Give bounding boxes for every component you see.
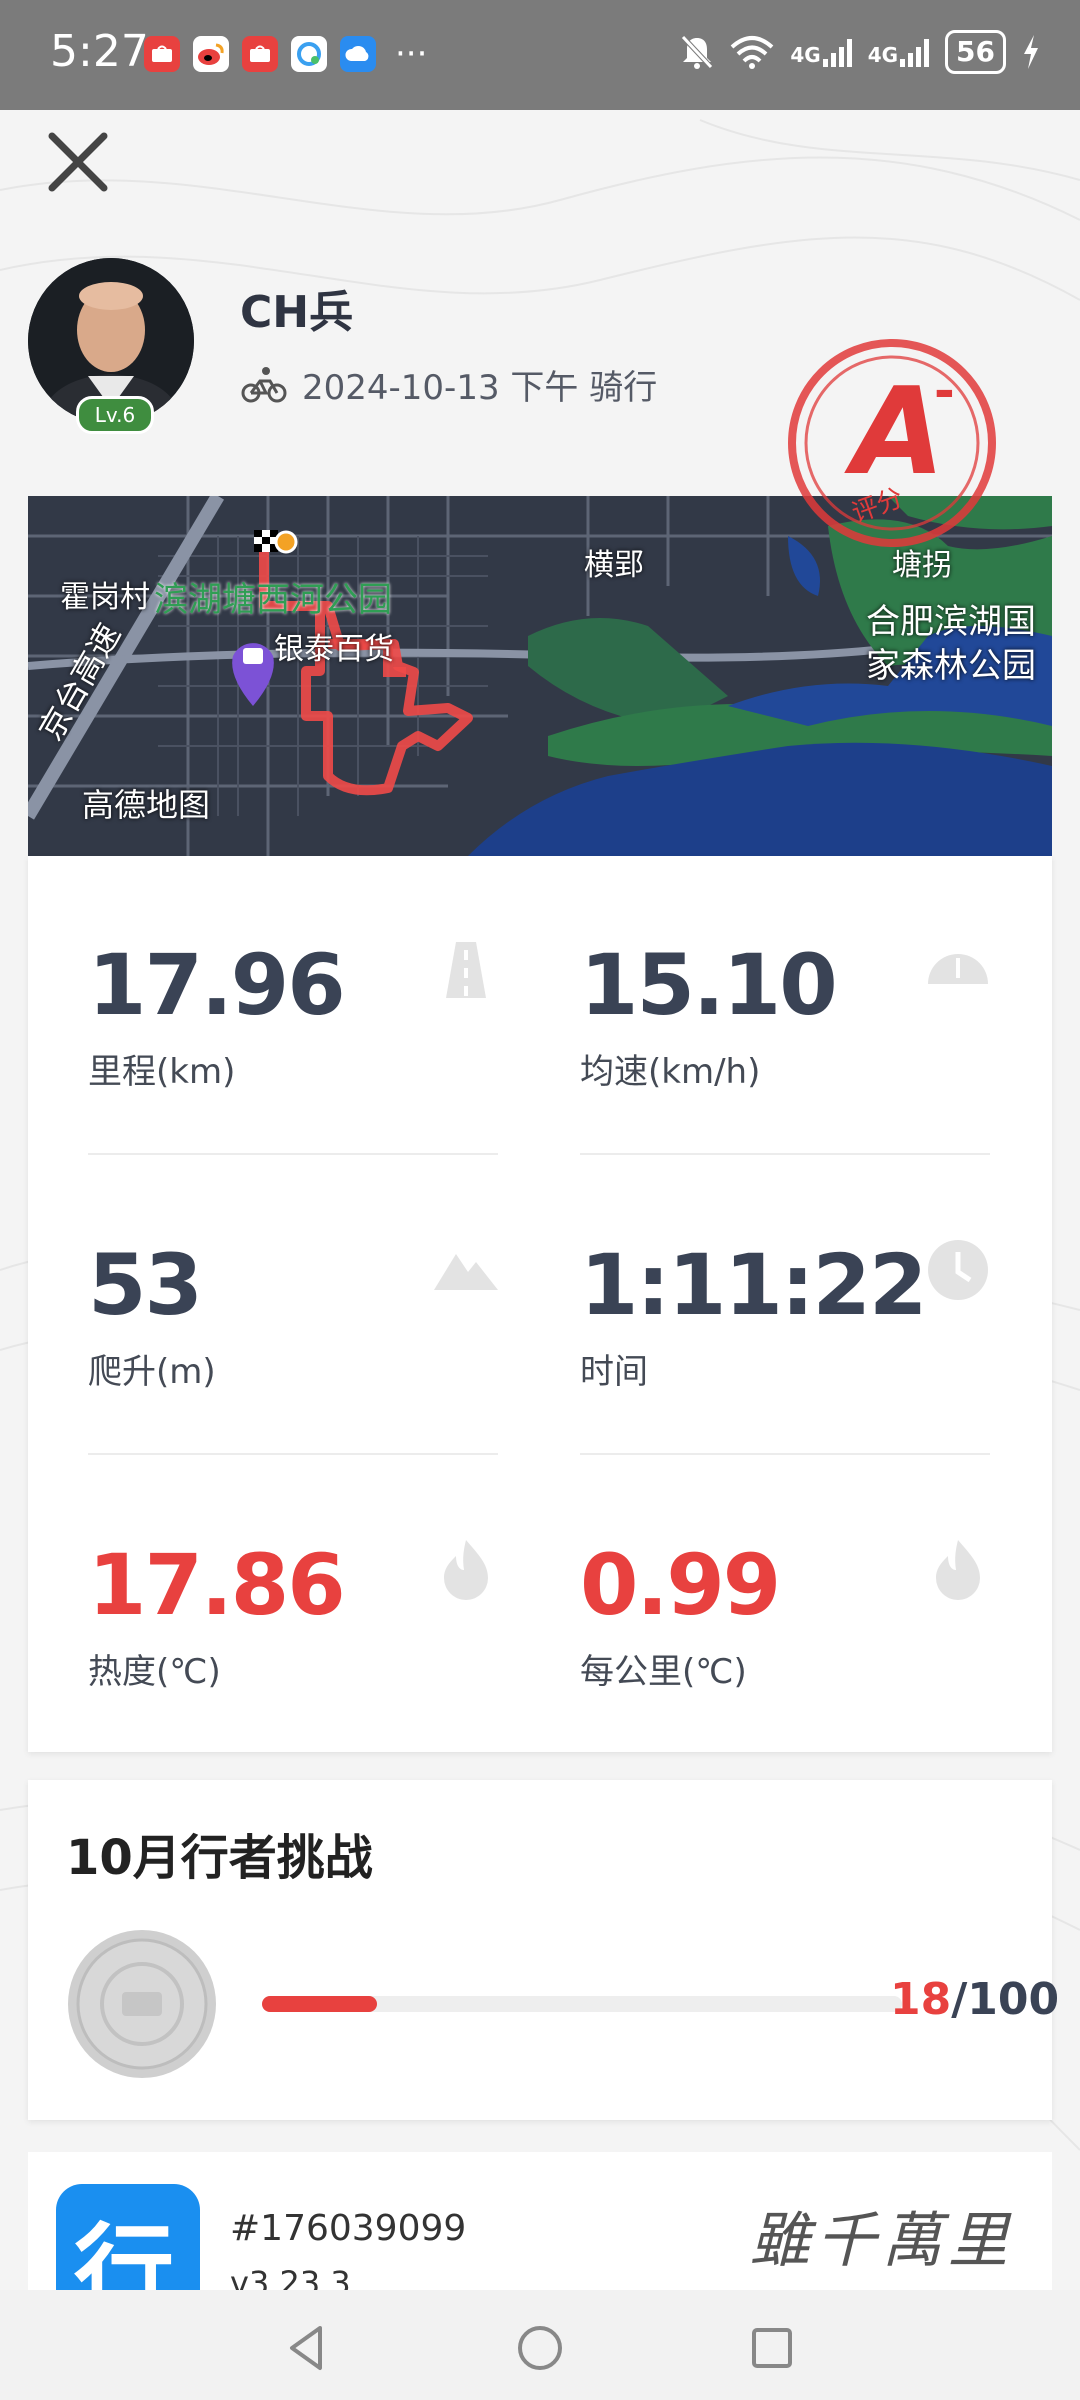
grade-stamp: A - 评分: [788, 339, 996, 547]
challenge-progress-fill: [262, 1996, 378, 2012]
stat-value: 53: [88, 1236, 203, 1334]
divider: [88, 1453, 498, 1455]
challenge-progress-bar: [262, 1996, 902, 2012]
browser-icon: [291, 36, 327, 72]
challenge-title: 10月行者挑战: [66, 1830, 373, 1886]
challenge-count: 18/100: [890, 1974, 1059, 2025]
back-icon[interactable]: [280, 2320, 336, 2376]
activity-meta: 2024-10-13 下午 骑行: [240, 360, 657, 409]
system-navigation-bar: [0, 2290, 1080, 2400]
charging-bolt-icon: [1024, 35, 1038, 69]
divider: [88, 1153, 498, 1155]
mountain-icon: [434, 1254, 498, 1290]
stat-label: 热度(℃): [88, 1652, 221, 1692]
cellular-signal-1: 4G: [790, 37, 852, 67]
status-bar: 5:27 ··· 4G 4G 56: [0, 0, 1080, 110]
calligraphy-text: 雖千萬里: [750, 2206, 1014, 2276]
more-notifications-icon: ···: [395, 34, 428, 74]
challenge-current: 18: [890, 1974, 952, 2025]
bicycle-icon: [241, 366, 287, 402]
stat-climb: 53 爬升(m): [88, 1156, 498, 1456]
close-icon[interactable]: [44, 128, 112, 196]
stat-label: 时间: [580, 1352, 648, 1392]
map-label-forest-park-2: 家森林公园: [866, 646, 1036, 686]
stat-value: 15.10: [580, 936, 838, 1034]
stat-label: 每公里(℃): [580, 1652, 747, 1692]
stat-value: 1:11:22: [580, 1236, 927, 1334]
challenge-medal-icon: [68, 1930, 216, 2078]
start-point-marker: [274, 530, 298, 554]
map-label-binhu-park: 滨湖塘西河公园: [154, 580, 392, 620]
notification-app-icons: ···: [144, 36, 427, 72]
stat-label: 均速(km/h): [580, 1052, 761, 1092]
stat-value: 17.96: [88, 936, 346, 1034]
map-label-huogang: 霍岗村: [60, 580, 150, 615]
status-time: 5:27: [50, 26, 149, 77]
huawei-store-icon: [144, 36, 180, 72]
stat-heat: 17.86 热度(℃): [88, 1456, 498, 1756]
user-name: CH兵: [240, 287, 354, 338]
stat-label: 里程(km): [88, 1052, 236, 1092]
cloud-icon: [340, 36, 376, 72]
activity-date: 2024-10-13 下午 骑行: [302, 368, 658, 408]
map-label-hengying: 横郢: [584, 548, 644, 583]
stat-heat-per-km: 0.99 每公里(℃): [580, 1456, 990, 1756]
stats-card: 17.96 里程(km) 15.10 均速(km/h) 53 爬升(m) 1:1…: [28, 856, 1052, 1752]
weibo-icon: [193, 36, 229, 72]
speedometer-icon: [928, 954, 988, 984]
flame-icon: [936, 1540, 980, 1600]
challenge-total: /100: [951, 1974, 1060, 2025]
status-indicators: 4G 4G 56: [680, 30, 1040, 74]
wifi-icon: [731, 36, 774, 69]
cellular-signal-2: 4G: [868, 37, 930, 67]
home-icon[interactable]: [512, 2320, 568, 2376]
map-provider-label: 高德地图: [82, 786, 211, 824]
stat-duration: 1:11:22 时间: [580, 1156, 990, 1456]
recent-apps-icon[interactable]: [744, 2320, 800, 2376]
map-label-forest-park: 合肥滨湖国: [866, 602, 1036, 642]
stat-avg-speed: 15.10 均速(km/h): [580, 856, 990, 1156]
stat-label: 爬升(m): [88, 1352, 216, 1392]
grade-letter: A: [844, 363, 945, 502]
stat-distance: 17.96 里程(km): [88, 856, 498, 1156]
battery-level: 56: [945, 30, 1006, 74]
map-label-yintai: 银泰百货: [274, 632, 394, 667]
road-icon: [446, 942, 486, 998]
grade-modifier: -: [934, 362, 955, 420]
clock-icon: [928, 1240, 988, 1300]
huawei-store-icon: [242, 36, 278, 72]
stat-value: 17.86: [88, 1536, 346, 1634]
mute-bell-icon: [681, 35, 714, 69]
divider: [580, 1153, 990, 1155]
divider: [580, 1453, 990, 1455]
stat-value: 0.99: [580, 1536, 781, 1634]
finish-flag-marker: [254, 530, 278, 552]
level-badge: Lv.6: [76, 396, 154, 434]
monthly-challenge-card[interactable]: 10月行者挑战 18/100: [28, 1780, 1059, 2120]
user-id: #176039099: [230, 2208, 467, 2249]
flame-icon: [444, 1540, 488, 1600]
